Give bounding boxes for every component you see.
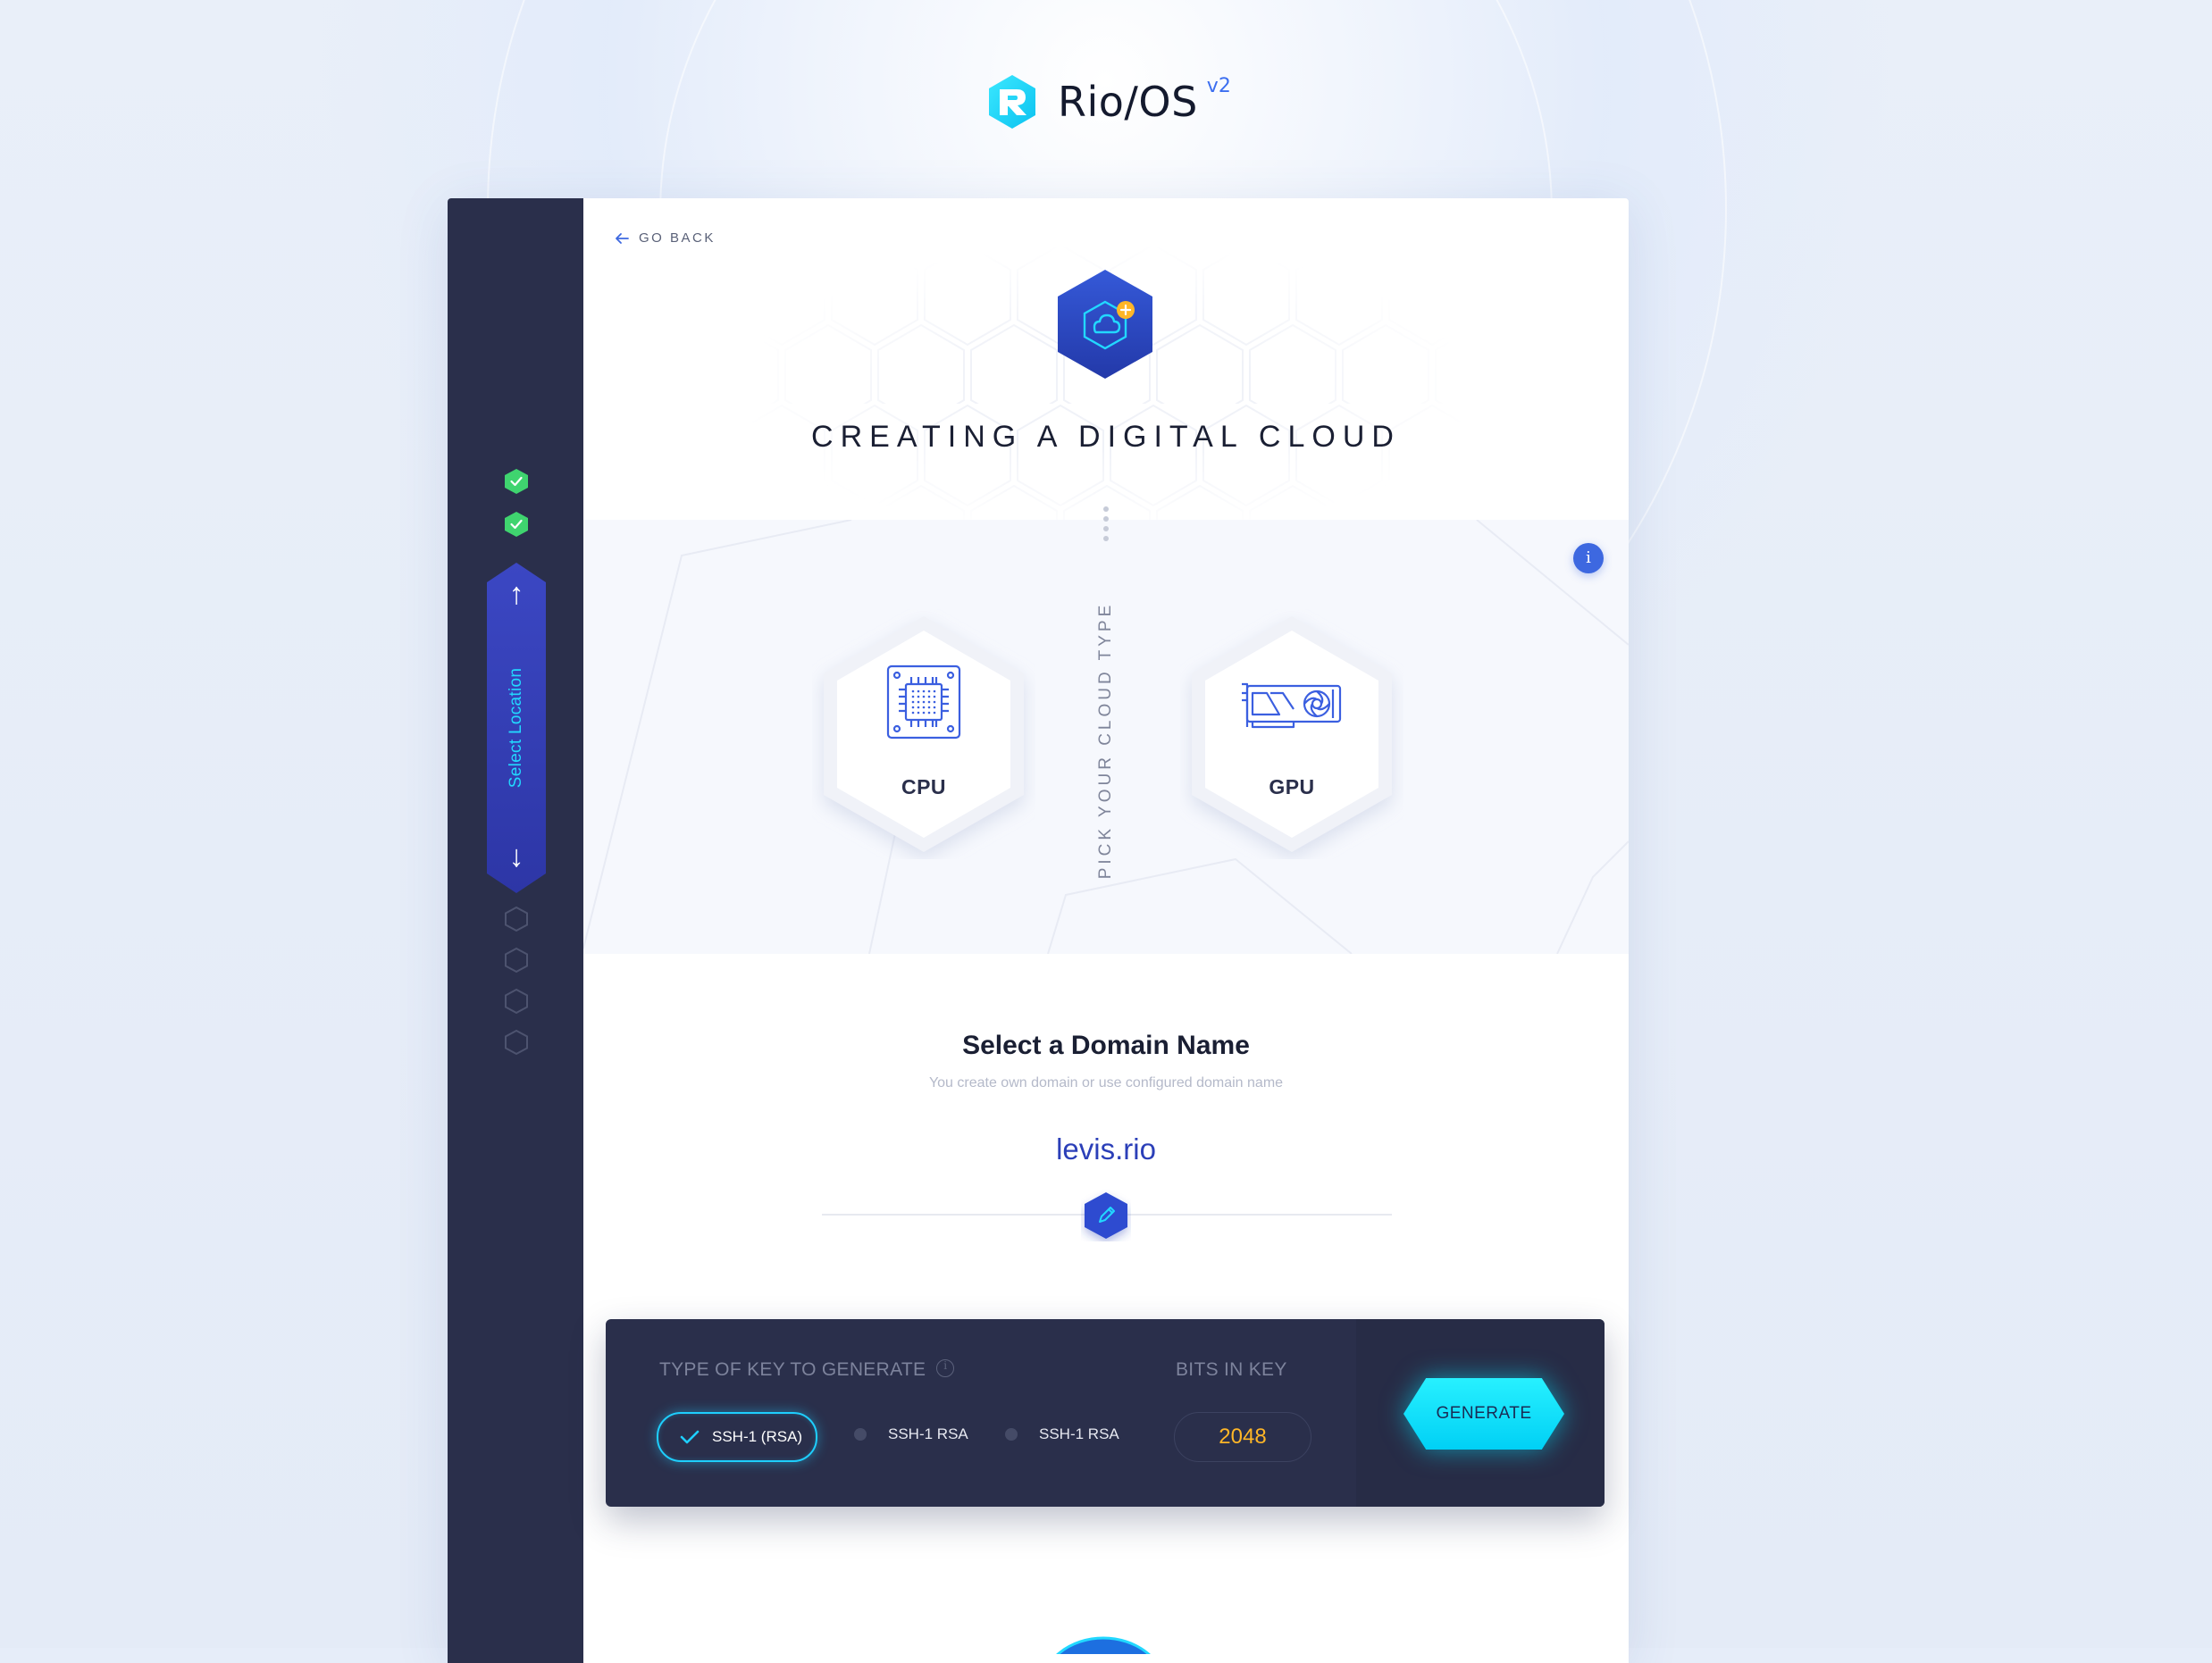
domain-name-value[interactable]: levis.rio — [583, 1132, 1629, 1166]
key-type-info-icon[interactable] — [936, 1359, 955, 1378]
domain-section-title: Select a Domain Name — [962, 1031, 1250, 1060]
cloud-type-cpu[interactable]: CPU — [812, 609, 1035, 859]
generate-button-label: GENERATE — [1436, 1404, 1532, 1423]
key-option-label: SSH-1 (RSA) — [712, 1428, 803, 1445]
key-option-ssh1-rsa-selected[interactable]: SSH-1 (RSA) — [657, 1412, 817, 1462]
key-option-label: SSH-1 RSA — [888, 1425, 968, 1442]
gpu-label: GPU — [1269, 775, 1315, 798]
section-connector-dots — [1103, 506, 1109, 546]
cpu-label: CPU — [901, 775, 947, 798]
rio-logo-icon — [989, 75, 1035, 129]
key-option-ssh1-rsa[interactable]: SSH-1 RSA — [1005, 1425, 1119, 1443]
active-step-label: Select Location — [507, 667, 525, 789]
go-back-label: GO BACK — [639, 230, 716, 246]
graphics-card-icon — [1242, 682, 1342, 729]
app-logo: Rio/OS v2 — [986, 70, 1231, 134]
step-completed-check-icon[interactable] — [504, 511, 529, 538]
step-pending-hexagon-icon[interactable] — [504, 988, 529, 1015]
bits-in-key-field[interactable]: 2048 — [1174, 1412, 1311, 1462]
bits-heading: BITS IN KEY — [1176, 1359, 1287, 1380]
step-pending-hexagon-icon[interactable] — [504, 947, 529, 974]
domain-section-subtitle: You create own domain or use configured … — [928, 1075, 1284, 1091]
step-pending-hexagon-icon[interactable] — [504, 906, 529, 932]
checkmark-icon — [680, 1430, 700, 1444]
hexagon-card-background — [1192, 616, 1392, 852]
app-name: Rio/OS — [1058, 78, 1198, 126]
key-type-heading-label: TYPE OF KEY TO GENERATE — [659, 1359, 926, 1380]
generate-button[interactable]: GENERATE — [1403, 1378, 1564, 1450]
cpu-chip-icon — [886, 664, 961, 740]
arrow-up-icon[interactable]: ↑ — [487, 579, 546, 609]
key-generation-panel: TYPE OF KEY TO GENERATE BITS IN KEY SSH-… — [606, 1319, 1605, 1507]
step-pending-hexagon-icon[interactable] — [504, 1029, 529, 1056]
edit-domain-pencil-icon[interactable] — [1081, 1190, 1131, 1241]
key-option-label: SSH-1 RSA — [1039, 1425, 1119, 1442]
globe-icon-partial — [1056, 1636, 1151, 1654]
pick-cloud-type-label: PICK YOUR CLOUD TYPE — [1096, 601, 1115, 880]
cloud-type-section: i CPU PICK YOUR CLOUD TYPE GPU — [583, 520, 1629, 954]
info-icon[interactable]: i — [1573, 543, 1604, 573]
active-step[interactable]: ↑ Select Location ↓ — [487, 563, 546, 893]
step-sidebar: ↑ Select Location ↓ — [448, 198, 583, 1663]
step-completed-check-icon[interactable] — [504, 468, 529, 495]
cloud-add-icon — [1058, 270, 1152, 379]
arrow-down-icon[interactable]: ↓ — [487, 841, 546, 872]
key-type-heading: TYPE OF KEY TO GENERATE — [659, 1359, 955, 1381]
radio-unselected-icon — [1005, 1428, 1018, 1441]
go-back-link[interactable]: GO BACK — [614, 230, 716, 246]
radio-unselected-icon — [854, 1428, 867, 1441]
arrow-left-icon — [616, 232, 629, 244]
app-version: v2 — [1206, 74, 1231, 97]
page-title: CREATING A DIGITAL CLOUD — [811, 420, 1401, 454]
key-option-ssh1-rsa[interactable]: SSH-1 RSA — [854, 1425, 968, 1443]
cloud-type-gpu[interactable]: GPU — [1180, 609, 1403, 859]
